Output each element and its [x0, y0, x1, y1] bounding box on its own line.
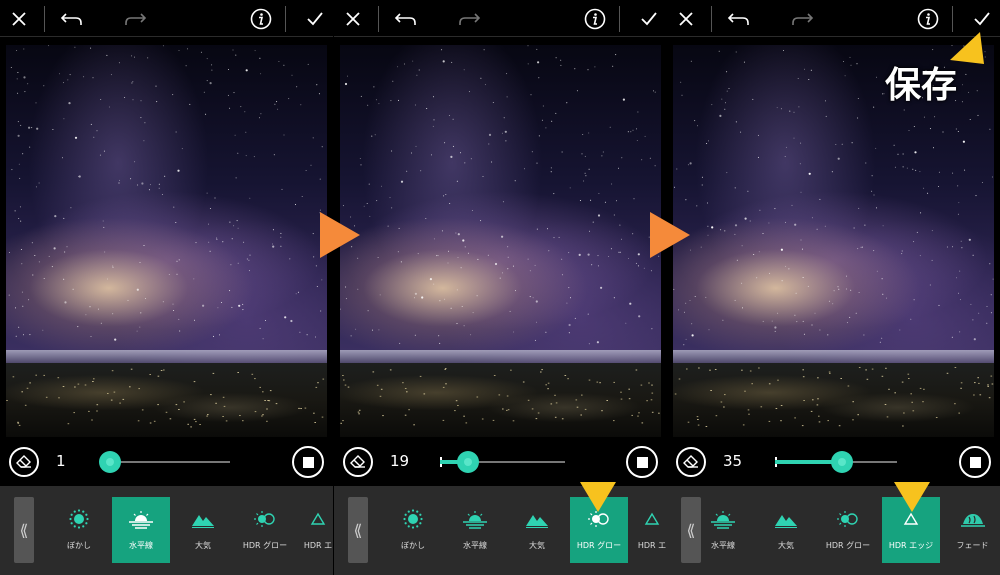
compare-button[interactable]	[959, 446, 991, 478]
slider-value: 19	[390, 452, 410, 470]
effect-toolbar: ⟪ 水平線 大気 HDR グロー HDR エッジ フェード	[667, 486, 1000, 575]
effect-tool-0[interactable]: ぼかし	[50, 497, 108, 563]
effect-toolbar: ⟪ ぼかし 水平線 大気 HDR グロー HDR エ	[0, 486, 333, 575]
triangle-icon	[310, 508, 326, 530]
close-icon[interactable]	[338, 0, 368, 37]
info-icon[interactable]	[580, 0, 610, 37]
slider-thumb[interactable]	[99, 451, 121, 473]
redo-icon[interactable]	[785, 0, 819, 37]
hdr-glow-icon	[253, 508, 277, 530]
effect-tool-label: フェード	[956, 541, 989, 550]
hdr-glow-icon	[836, 508, 860, 530]
effect-tool-label: 水平線	[711, 541, 735, 550]
next-step-arrow-2	[650, 212, 690, 258]
undo-icon[interactable]	[389, 0, 423, 37]
effect-tool-label: ぼかし	[67, 541, 91, 550]
redo-icon[interactable]	[452, 0, 486, 37]
eraser-icon[interactable]	[676, 447, 706, 477]
effect-tool-label: HDR グロー	[576, 541, 622, 550]
adjustment-slider-row: 19	[334, 442, 667, 482]
soft-glow-icon	[402, 508, 424, 530]
info-icon[interactable]	[913, 0, 943, 37]
top-toolbar	[0, 0, 333, 37]
horizon-icon	[462, 508, 488, 530]
editor-screen-1: 1 ⟪ ぼかし 水平線 大気 HDR グロー HDR エ	[0, 0, 333, 575]
photo-preview[interactable]	[340, 45, 661, 437]
fade-icon	[960, 508, 986, 530]
horizon-icon	[128, 508, 154, 530]
highlight-arrow-hdr-edge	[894, 482, 930, 512]
effect-tool-1[interactable]: 水平線	[446, 497, 504, 563]
highlight-arrow-hdr-glow	[580, 482, 616, 512]
save-annotation-label: 保存	[885, 65, 958, 106]
effect-tool-label: 水平線	[129, 541, 153, 550]
effect-tool-2[interactable]: HDR グロー	[819, 497, 877, 563]
collapse-toolbar-icon[interactable]: ⟪	[348, 497, 368, 563]
effect-tool-4[interactable]: HDR エ	[298, 497, 333, 563]
slider-value: 1	[56, 452, 66, 470]
adjustment-slider-row: 1	[0, 442, 333, 482]
editor-screen-2: 19 ⟪ ぼかし 水平線 大気 HDR グロー HDR エ	[334, 0, 667, 575]
soft-glow-icon	[68, 508, 90, 530]
undo-icon[interactable]	[722, 0, 756, 37]
triangle-icon	[644, 508, 660, 530]
compare-button[interactable]	[292, 446, 324, 478]
check-icon[interactable]	[300, 0, 330, 37]
top-toolbar	[334, 0, 667, 37]
effect-tool-2[interactable]: 大気	[174, 497, 232, 563]
mountain-icon	[191, 508, 215, 530]
effect-tool-2[interactable]: 大気	[508, 497, 566, 563]
effect-tool-3[interactable]: HDR グロー	[236, 497, 294, 563]
info-icon[interactable]	[246, 0, 276, 37]
effect-tool-label: 水平線	[463, 541, 487, 550]
eraser-icon[interactable]	[9, 447, 39, 477]
effect-tool-label: 大気	[195, 541, 211, 550]
photo-preview[interactable]	[6, 45, 327, 437]
undo-icon[interactable]	[55, 0, 89, 37]
collapse-toolbar-icon[interactable]: ⟪	[14, 497, 34, 563]
effect-tool-0[interactable]: ぼかし	[384, 497, 442, 563]
effect-tool-1[interactable]: 水平線	[112, 497, 170, 563]
effect-tool-0[interactable]: 水平線	[693, 497, 753, 563]
check-icon[interactable]	[634, 0, 664, 37]
close-icon[interactable]	[4, 0, 34, 37]
effect-tool-label: 大気	[529, 541, 545, 550]
slider-track[interactable]	[110, 461, 230, 463]
effect-tool-label: ぼかし	[401, 541, 425, 550]
slider-thumb[interactable]	[831, 451, 854, 473]
redo-icon[interactable]	[118, 0, 152, 37]
effect-tool-label: HDR エ	[637, 541, 667, 550]
effect-toolbar: ⟪ ぼかし 水平線 大気 HDR グロー HDR エ	[334, 486, 667, 575]
mountain-icon	[774, 508, 798, 530]
horizon-icon	[710, 508, 736, 530]
effect-tool-label: HDR グロー	[825, 541, 871, 550]
next-step-arrow-1	[320, 212, 360, 258]
effect-tool-4[interactable]: フェード	[945, 497, 1000, 563]
close-icon[interactable]	[671, 0, 701, 37]
adjustment-slider-row: 35	[667, 442, 1000, 482]
effect-tool-4[interactable]: HDR エ	[632, 497, 667, 563]
compare-button[interactable]	[626, 446, 658, 478]
slider-thumb[interactable]	[456, 451, 479, 473]
mountain-icon	[525, 508, 549, 530]
effect-tool-label: 大気	[778, 541, 794, 550]
effect-tool-1[interactable]: 大気	[757, 497, 815, 563]
effect-tool-label: HDR グロー	[242, 541, 288, 550]
slider-value: 35	[723, 452, 743, 470]
effect-tool-label: HDR エッジ	[888, 541, 934, 550]
effect-tool-label: HDR エ	[303, 541, 333, 550]
eraser-icon[interactable]	[343, 447, 373, 477]
